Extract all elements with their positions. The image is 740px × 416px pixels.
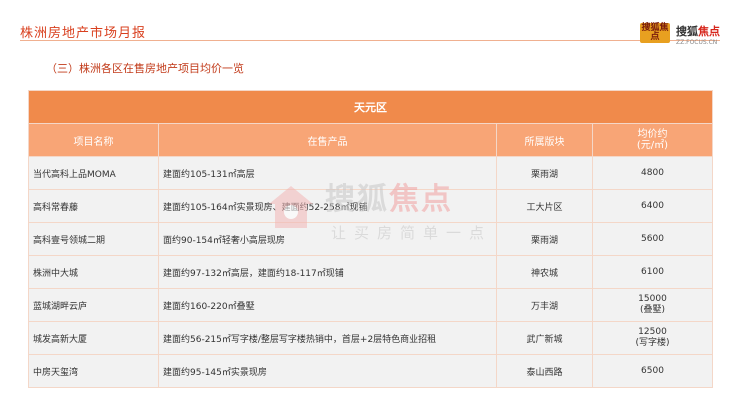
title-divider — [20, 40, 720, 41]
logo-brand-main: 焦点 — [698, 25, 720, 38]
project-product: 建面约95-145㎡实景现房 — [158, 354, 497, 388]
project-price: 6500 — [592, 354, 713, 388]
project-name: 高科常春藤 — [28, 189, 159, 223]
logo-url: ZZ.FOCUS.CN — [676, 39, 718, 46]
table-row: 蓝城湖畔云庐 建面约160-220㎡叠墅 万丰湖 15000 (叠墅) — [28, 288, 713, 322]
table-row: 当代高科上品MOMA 建面约105-131㎡高层 栗雨湖 4800 — [28, 156, 713, 190]
project-name: 中房天玺湾 — [28, 354, 159, 388]
column-header-product: 在售产品 — [158, 123, 497, 157]
project-product: 面约90-154㎡轻奢小高层现房 — [158, 222, 497, 256]
district-name: 天元区 — [28, 90, 713, 124]
header-logos: 搜狐焦点 搜狐焦点 ZZ.FOCUS.CN — [640, 20, 720, 46]
project-name: 城发高新大厦 — [28, 321, 159, 355]
focus-badge-logo: 搜狐焦点 — [640, 23, 670, 43]
sohu-focus-logo: 搜狐焦点 ZZ.FOCUS.CN — [676, 20, 720, 46]
column-header-name: 项目名称 — [28, 123, 159, 157]
project-area: 万丰湖 — [496, 288, 593, 322]
table-row: 高科常春藤 建面约105-164㎡实景现房、建面约52-258㎡现铺 工大片区 … — [28, 189, 713, 223]
section-title: （三）株洲各区在售房地产项目均价一览 — [46, 62, 244, 75]
project-area: 工大片区 — [496, 189, 593, 223]
table-row: 株洲中大城 建面约97-132㎡高层，建面约18-117㎡现铺 神农城 6100 — [28, 255, 713, 289]
project-area: 栗雨湖 — [496, 156, 593, 190]
column-header-price: 均价约 (元/㎡) — [592, 123, 713, 157]
project-name: 蓝城湖畔云庐 — [28, 288, 159, 322]
project-product: 建面约56-215㎡写字楼/整层写字楼热销中，首层+2层特色商业招租 — [158, 321, 497, 355]
project-name: 株洲中大城 — [28, 255, 159, 289]
table-row: 城发高新大厦 建面约56-215㎡写字楼/整层写字楼热销中，首层+2层特色商业招… — [28, 321, 713, 355]
project-product: 建面约105-131㎡高层 — [158, 156, 497, 190]
price-table: 天元区 项目名称 在售产品 所属版块 均价约 (元/㎡) 当代高科上品MOMA … — [28, 90, 713, 388]
project-product: 建面约97-132㎡高层，建面约18-117㎡现铺 — [158, 255, 497, 289]
project-product: 建面约105-164㎡实景现房、建面约52-258㎡现铺 — [158, 189, 497, 223]
project-price: 6400 — [592, 189, 713, 223]
project-area: 栗雨湖 — [496, 222, 593, 256]
project-price: 6100 — [592, 255, 713, 289]
page-title: 株洲房地产市场月报 — [20, 26, 147, 41]
project-name: 当代高科上品MOMA — [28, 156, 159, 190]
table-row: 高科壹号领城二期 面约90-154㎡轻奢小高层现房 栗雨湖 5600 — [28, 222, 713, 256]
project-product: 建面约160-220㎡叠墅 — [158, 288, 497, 322]
logo-brand-prefix: 搜狐 — [676, 25, 698, 38]
project-price: 12500 (写字楼) — [592, 321, 713, 355]
table-row: 中房天玺湾 建面约95-145㎡实景现房 泰山西路 6500 — [28, 354, 713, 388]
project-name: 高科壹号领城二期 — [28, 222, 159, 256]
project-price: 5600 — [592, 222, 713, 256]
project-area: 神农城 — [496, 255, 593, 289]
table-header: 项目名称 在售产品 所属版块 均价约 (元/㎡) — [28, 123, 713, 157]
project-area: 武广新城 — [496, 321, 593, 355]
project-area: 泰山西路 — [496, 354, 593, 388]
project-price: 15000 (叠墅) — [592, 288, 713, 322]
project-price: 4800 — [592, 156, 713, 190]
district-row: 天元区 — [28, 90, 713, 124]
column-header-area: 所属版块 — [496, 123, 593, 157]
